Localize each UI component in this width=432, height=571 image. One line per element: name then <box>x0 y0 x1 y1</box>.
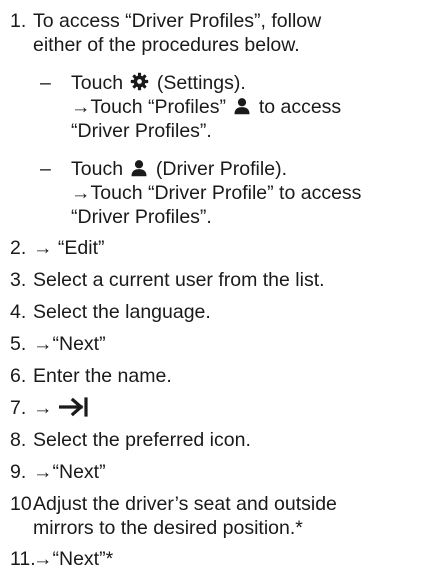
substep-line: Touch (Settings). <box>71 72 246 94</box>
step-text: Enter the name. <box>33 365 172 387</box>
substep-text: →Touch “Driver Profile” to access <box>71 182 362 204</box>
substep-text: Touch <box>71 72 124 94</box>
substep-line: Touch (Driver Profile). <box>71 158 287 180</box>
step-number: 6. <box>10 365 27 387</box>
substep-text: to access <box>258 96 342 118</box>
substep-line: →Touch “Profiles” to access <box>71 96 341 118</box>
step-number: 5. <box>10 333 27 355</box>
substep-text: (Settings). <box>156 72 246 94</box>
step-text: → <box>33 397 91 419</box>
step-text: Select a current user from the list. <box>33 269 325 291</box>
step-number: 8. <box>10 429 27 451</box>
arrow-text: → <box>33 397 53 419</box>
step-text: mirrors to the desired position.* <box>33 517 303 539</box>
person-icon <box>233 97 251 115</box>
substep-text: →Touch “Profiles” <box>71 96 226 118</box>
gear-icon <box>130 72 149 91</box>
substep-dash: – <box>40 72 51 94</box>
step-text: Select the preferred icon. <box>33 429 251 451</box>
tab-arrow-icon <box>58 397 89 417</box>
substep-text: (Driver Profile). <box>155 158 287 180</box>
substep-text: “Driver Profiles”. <box>71 206 212 228</box>
step-text: either of the procedures below. <box>33 34 300 56</box>
step-number: 9. <box>10 461 27 483</box>
step-number: 4. <box>10 301 27 323</box>
step-number: 7. <box>10 397 27 419</box>
person-icon <box>130 159 148 177</box>
substep-dash: – <box>40 158 51 180</box>
step-text: →“Next” <box>33 333 106 355</box>
step-text: →“Next” <box>33 461 106 483</box>
substep-text: Touch <box>71 158 124 180</box>
step-text: → “Edit” <box>33 237 105 259</box>
step-number: 3. <box>10 269 27 291</box>
step-text: →“Next”* <box>33 548 114 570</box>
instruction-document: 1. To access “Driver Profiles”, follow e… <box>0 0 432 571</box>
step-number: 11. <box>10 548 36 570</box>
step-number: 2. <box>10 237 27 259</box>
step-text: To access “Driver Profiles”, follow <box>33 10 322 32</box>
step-text: Select the language. <box>33 301 211 323</box>
step-number: 1. <box>10 10 27 32</box>
substep-text: “Driver Profiles”. <box>71 120 212 142</box>
step-text: Adjust the driver’s seat and outside <box>33 493 337 515</box>
